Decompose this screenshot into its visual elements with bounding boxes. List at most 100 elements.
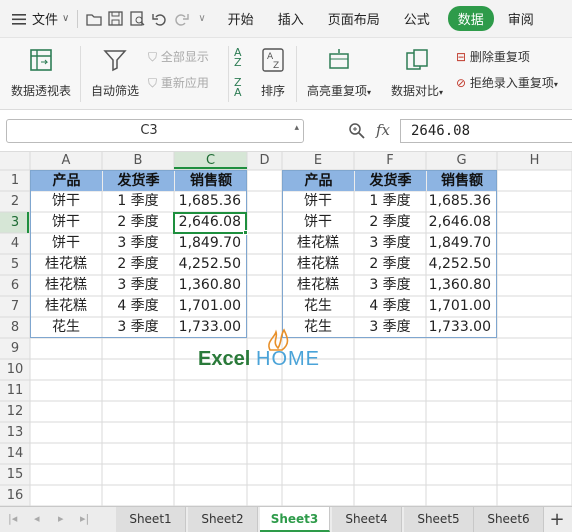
row-header[interactable]: 4 — [0, 233, 30, 254]
left-table-cell[interactable]: 1,701.00 — [174, 296, 247, 317]
right-table-header[interactable]: 发货季 — [355, 171, 426, 191]
column-header-e[interactable]: E — [282, 152, 354, 170]
left-table-cell[interactable]: 3 季度 — [102, 317, 174, 338]
right-table-cell[interactable]: 1,733.00 — [426, 317, 497, 338]
row-header[interactable]: 1 — [0, 170, 30, 191]
left-table-cell[interactable]: 桂花糕 — [30, 296, 102, 317]
prev-sheet-icon[interactable]: ◂ — [34, 512, 40, 525]
left-table-cell[interactable]: 饼干 — [30, 191, 102, 212]
row-header[interactable]: 2 — [0, 191, 30, 212]
row-header[interactable]: 12 — [0, 401, 30, 422]
reapply-button[interactable]: ⛉ 重新应用 — [148, 74, 224, 94]
row-header[interactable]: 5 — [0, 254, 30, 275]
reject-duplicates-button[interactable]: ⊘ 拒绝录入重复项▾ — [456, 74, 572, 94]
right-table-cell[interactable]: 饼干 — [282, 212, 354, 233]
right-table-cell[interactable]: 1,849.70 — [426, 233, 497, 254]
last-sheet-icon[interactable]: ▸| — [80, 512, 89, 525]
left-table-header[interactable]: 销售额 — [175, 171, 247, 191]
row-header[interactable]: 6 — [0, 275, 30, 296]
right-table-cell[interactable]: 桂花糕 — [282, 233, 354, 254]
right-table-cell[interactable]: 1,701.00 — [426, 296, 497, 317]
right-table-header[interactable]: 产品 — [283, 171, 354, 191]
function-icon[interactable]: fx — [376, 121, 390, 139]
print-preview-icon[interactable] — [130, 11, 152, 26]
left-table-cell[interactable]: 1 季度 — [102, 191, 174, 212]
left-table-header[interactable]: 产品 — [31, 171, 102, 191]
open-folder-icon[interactable] — [86, 12, 108, 26]
row-header[interactable]: 14 — [0, 443, 30, 464]
left-table-header[interactable]: 发货季 — [103, 171, 174, 191]
left-table-cell[interactable]: 3 季度 — [102, 233, 174, 254]
formula-input[interactable]: 2646.08 — [400, 119, 572, 143]
right-table-cell[interactable]: 3 季度 — [354, 317, 426, 338]
right-table-cell[interactable]: 4 季度 — [354, 296, 426, 317]
right-table-cell[interactable]: 1,360.80 — [426, 275, 497, 296]
tab-review[interactable]: 审阅 — [508, 9, 534, 28]
show-all-button[interactable]: ⛉ 全部显示 — [148, 48, 224, 68]
row-header[interactable]: 13 — [0, 422, 30, 443]
sort-ascending-icon[interactable]: AZ — [234, 47, 250, 68]
left-table-cell[interactable]: 2 季度 — [102, 212, 174, 233]
left-table-cell[interactable]: 4 季度 — [102, 296, 174, 317]
redo-icon[interactable] — [174, 12, 196, 26]
right-table-cell[interactable]: 1,685.36 — [426, 191, 497, 212]
row-header[interactable]: 7 — [0, 296, 30, 317]
right-table-cell[interactable]: 桂花糕 — [282, 275, 354, 296]
name-box[interactable]: C3 ▴ — [6, 119, 304, 143]
left-table-cell[interactable]: 花生 — [30, 317, 102, 338]
remove-duplicates-button[interactable]: ⊟ 删除重复项 — [456, 48, 572, 68]
sheet-tab-sheet4[interactable]: Sheet4 — [332, 507, 402, 532]
right-table-cell[interactable]: 3 季度 — [354, 275, 426, 296]
left-table-cell[interactable]: 桂花糕 — [30, 275, 102, 296]
chevron-down-icon[interactable]: ∨ — [62, 13, 69, 24]
row-header[interactable]: 15 — [0, 464, 30, 485]
column-header-b[interactable]: B — [102, 152, 174, 170]
sheet-tab-sheet5[interactable]: Sheet5 — [404, 507, 474, 532]
first-sheet-icon[interactable]: |◂ — [8, 512, 17, 525]
column-header-h[interactable]: H — [497, 152, 572, 170]
column-header-f[interactable]: F — [354, 152, 426, 170]
right-table-cell[interactable]: 4,252.50 — [426, 254, 497, 275]
left-table-cell[interactable]: 2 季度 — [102, 254, 174, 275]
right-table-cell[interactable]: 1 季度 — [354, 191, 426, 212]
left-table-cell[interactable]: 饼干 — [30, 212, 102, 233]
right-table-cell[interactable]: 饼干 — [282, 191, 354, 212]
left-table-cell[interactable]: 桂花糕 — [30, 254, 102, 275]
column-header-g[interactable]: G — [426, 152, 497, 170]
row-header[interactable]: 16 — [0, 485, 30, 506]
fill-handle[interactable] — [243, 230, 248, 235]
sheet-tab-sheet6[interactable]: Sheet6 — [474, 507, 544, 532]
left-table-cell[interactable]: 饼干 — [30, 233, 102, 254]
save-icon[interactable] — [108, 11, 130, 26]
right-table-cell[interactable]: 花生 — [282, 296, 354, 317]
tab-formulas[interactable]: 公式 — [404, 9, 430, 28]
next-sheet-icon[interactable]: ▸ — [58, 512, 64, 525]
chevron-down-icon[interactable]: ∨ — [198, 13, 205, 24]
row-header[interactable]: 9 — [0, 338, 30, 359]
row-header[interactable]: 11 — [0, 380, 30, 401]
add-sheet-icon[interactable]: + — [544, 508, 570, 532]
right-table-cell[interactable]: 2,646.08 — [426, 212, 497, 233]
row-header[interactable]: 3 — [0, 212, 30, 233]
zoom-search-icon[interactable] — [348, 122, 366, 140]
row-header[interactable]: 10 — [0, 359, 30, 380]
column-header-c[interactable]: C — [174, 152, 247, 170]
data-compare-button[interactable]: 数据对比▾ — [384, 46, 450, 102]
row-header[interactable]: 8 — [0, 317, 30, 338]
left-table-cell[interactable]: 1,685.36 — [174, 191, 247, 212]
active-cell-selection[interactable] — [173, 212, 247, 234]
sheet-tab-sheet3[interactable]: Sheet3 — [260, 507, 330, 532]
file-menu[interactable]: 文件 — [32, 9, 58, 28]
right-table-cell[interactable]: 桂花糕 — [282, 254, 354, 275]
right-table-cell[interactable]: 2 季度 — [354, 212, 426, 233]
left-table-cell[interactable]: 1,849.70 — [174, 233, 247, 254]
chevron-down-icon[interactable]: ▴ — [294, 123, 299, 133]
highlight-duplicates-button[interactable]: 高亮重复项▾ — [302, 46, 376, 102]
tab-home[interactable]: 开始 — [228, 9, 254, 28]
sort-button[interactable]: AZ 排序 — [256, 46, 290, 102]
left-table-cell[interactable]: 4,252.50 — [174, 254, 247, 275]
sheet-tab-sheet2[interactable]: Sheet2 — [188, 507, 258, 532]
undo-icon[interactable] — [152, 12, 174, 26]
hamburger-icon[interactable] — [12, 13, 26, 25]
right-table-header[interactable]: 销售额 — [427, 171, 497, 191]
